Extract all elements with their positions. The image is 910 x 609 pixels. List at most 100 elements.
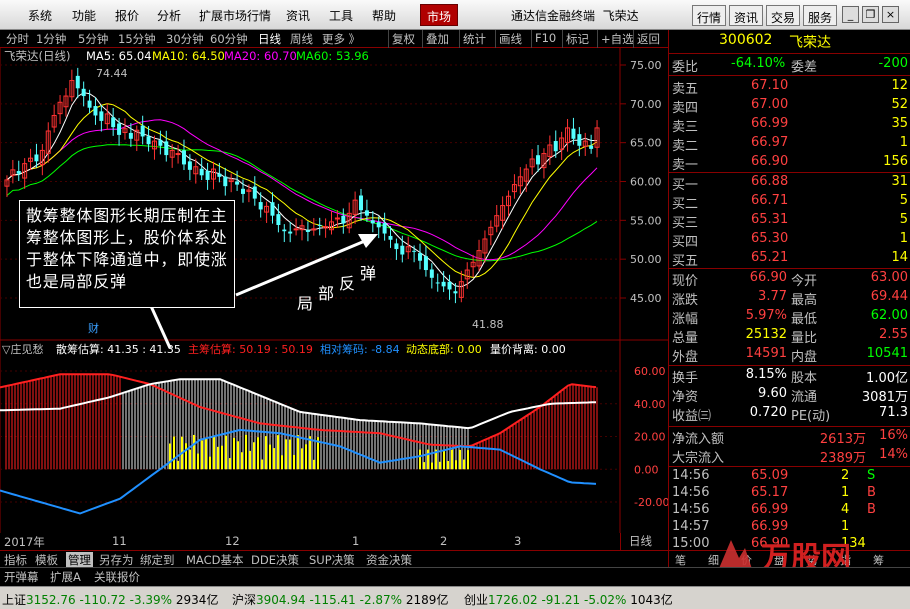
period-5min[interactable]: 5分钟 xyxy=(78,31,108,47)
close-icon[interactable]: × xyxy=(882,6,899,23)
finance-value: 3081万 xyxy=(861,390,908,405)
tab-fund[interactable]: 资金决策 xyxy=(366,552,412,568)
sell-volume: 1 xyxy=(899,135,908,150)
tab-extend-a[interactable]: 扩展A xyxy=(50,569,81,585)
period-daily[interactable]: 日线 xyxy=(258,31,281,47)
menu-analysis[interactable]: 分析 xyxy=(157,7,181,24)
index-sh-chg: -110.72 xyxy=(79,593,126,607)
tab-manage[interactable]: 管理 xyxy=(66,552,93,568)
buy-label: 买二 xyxy=(672,197,699,212)
minimize-icon[interactable]: _ xyxy=(842,6,859,23)
finance-label: 收益㈢ xyxy=(672,409,712,424)
tick-volume: 1 xyxy=(841,485,850,500)
tick-price: 66.99 xyxy=(751,502,789,517)
sub-tick-label: -20.00 xyxy=(634,496,668,509)
menu-extended-market[interactable]: 扩展市场行情 xyxy=(199,7,271,24)
period-60min[interactable]: 60分钟 xyxy=(210,31,248,47)
index-cy-chg: -91.21 xyxy=(541,593,581,607)
overlay-button[interactable]: 叠加 xyxy=(422,30,452,48)
menu-quote[interactable]: 报价 xyxy=(115,7,139,24)
x-label-1: 1 xyxy=(352,534,360,548)
sell-price: 66.99 xyxy=(751,116,789,131)
draw-button[interactable]: 画线 xyxy=(495,30,525,48)
candle xyxy=(346,202,352,234)
menu-news[interactable]: 资讯 xyxy=(286,7,310,24)
mark-button[interactable]: 标记 xyxy=(562,30,592,48)
tab-sup[interactable]: SUP决策 xyxy=(309,552,355,568)
stat-label: 涨幅 xyxy=(672,312,699,327)
sub-legend-2: 主筹估算: 50.19 : 50.19 xyxy=(188,342,313,356)
stat-label: 最低 xyxy=(791,312,818,327)
index-sh[interactable]: 上证3152.76 -110.72 -3.39% 2934亿 xyxy=(2,591,218,608)
tab-dde[interactable]: DDE决策 xyxy=(251,552,299,568)
sub-legend-5: 量价背离: 0.00 xyxy=(490,342,566,356)
index-cy-pct: -5.02% xyxy=(583,593,627,607)
candle xyxy=(28,148,34,171)
buy-volume: 1 xyxy=(899,231,908,246)
tab-macd[interactable]: MACD基本 xyxy=(186,552,243,568)
sell-volume: 52 xyxy=(891,97,908,112)
fuquan-button[interactable]: 复权 xyxy=(388,30,418,48)
annotation-char-3: 反 xyxy=(339,274,356,293)
restore-icon[interactable]: ❐ xyxy=(862,6,879,23)
sell-row: 卖五 67.10 12 xyxy=(669,78,910,97)
weibi-label: 委比 xyxy=(672,60,699,75)
index-cy[interactable]: 创业1726.02 -91.21 -5.02% 1043亿 xyxy=(464,591,673,608)
x-label-2: 2 xyxy=(440,534,448,548)
toolbar-service-button[interactable]: 服务 xyxy=(803,5,838,26)
add-favorite-button[interactable]: +自选 xyxy=(597,30,637,48)
finance-row: 换手 8.15% 股本 1.00亿 xyxy=(669,367,910,386)
indicator-tabs: 指标 模板 管理 另存为 绑定到 MACD基本 DDE决策 SUP决策 资金决策 xyxy=(0,550,668,568)
toolbar-trade-button[interactable]: 交易 xyxy=(766,5,801,26)
sell-price: 66.90 xyxy=(751,154,789,169)
f10-button[interactable]: F10 xyxy=(531,30,559,48)
menu-tools[interactable]: 工具 xyxy=(329,7,353,24)
tab-danmaku[interactable]: 开弹幕 xyxy=(4,569,39,585)
tab-indicator[interactable]: 指标 xyxy=(4,552,27,568)
candle xyxy=(536,145,541,172)
stat-row: 总量 25132 量比 2.55 xyxy=(669,327,910,346)
finance-value: 71.3 xyxy=(879,405,908,420)
candle xyxy=(122,118,128,140)
finance-label: PE(动) xyxy=(791,409,831,424)
candle xyxy=(476,239,482,272)
candle xyxy=(199,157,204,181)
stats-button[interactable]: 统计 xyxy=(459,30,489,48)
annotation-char-1: 局 xyxy=(297,294,314,313)
stat-label: 现价 xyxy=(672,274,699,289)
toolbar-quote-button[interactable]: 行情 xyxy=(692,5,727,26)
stat-value: 14591 xyxy=(745,346,787,361)
candle xyxy=(429,263,434,289)
period-tick[interactable]: 分时 xyxy=(6,31,29,47)
weicha-label: 委差 xyxy=(791,60,818,75)
tab-save-as[interactable]: 另存为 xyxy=(99,552,134,568)
tab-related-quote[interactable]: 关联报价 xyxy=(94,569,140,585)
buy-volume: 5 xyxy=(899,212,908,227)
candle xyxy=(10,159,16,184)
period-15min[interactable]: 15分钟 xyxy=(118,31,156,47)
menu-system[interactable]: 系统 xyxy=(28,7,52,24)
index-sh-name: 上证 xyxy=(2,593,27,607)
market-button[interactable]: 市场 xyxy=(420,4,459,26)
tab-bind-to[interactable]: 绑定到 xyxy=(140,552,175,568)
legend-ma60: MA60: 53.96 xyxy=(296,49,369,63)
app-title-text: 通达信金融终端 xyxy=(511,9,596,23)
tab-template[interactable]: 模板 xyxy=(35,552,58,568)
index-sz-pct: -2.87% xyxy=(359,593,403,607)
candle xyxy=(394,238,399,260)
period-30min[interactable]: 30分钟 xyxy=(166,31,204,47)
back-button[interactable]: 返回 xyxy=(633,30,663,48)
stat-row: 涨跌 3.77 最高 69.44 xyxy=(669,289,910,308)
period-weekly[interactable]: 周线 xyxy=(290,31,313,47)
candle xyxy=(81,81,86,107)
sell-label: 卖二 xyxy=(672,139,699,154)
menu-function[interactable]: 功能 xyxy=(72,7,96,24)
candle xyxy=(506,190,512,217)
quote-tab[interactable]: 笔 xyxy=(675,552,686,568)
menu-help[interactable]: 帮助 xyxy=(372,7,396,24)
toolbar-news-button[interactable]: 资讯 xyxy=(729,5,764,26)
period-more[interactable]: 更多 》 xyxy=(322,31,360,47)
period-1min[interactable]: 1分钟 xyxy=(36,31,66,47)
buy-price: 66.71 xyxy=(751,193,789,208)
index-sz[interactable]: 沪深3904.94 -115.41 -2.87% 2189亿 xyxy=(232,591,448,608)
